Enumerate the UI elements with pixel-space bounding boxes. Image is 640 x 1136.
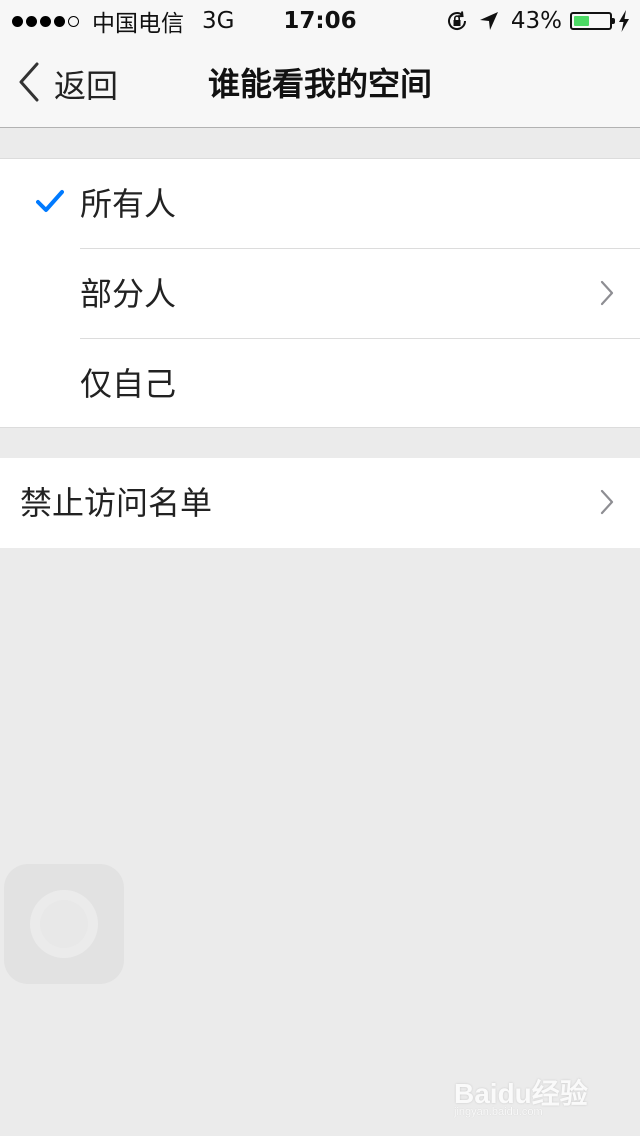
chevron-right-icon	[600, 489, 614, 519]
status-bar: 中国电信 3G 17:06 43%	[0, 0, 640, 40]
assistive-touch-button[interactable]	[4, 864, 124, 984]
option-everyone[interactable]: 所有人	[0, 159, 640, 249]
assistive-touch-center	[40, 900, 88, 948]
visibility-options-group: 所有人 部分人 仅自己	[0, 158, 640, 428]
option-some-people[interactable]: 部分人	[0, 249, 640, 339]
watermark-url: jingyan.baidu.com	[454, 1106, 543, 1118]
chevron-left-icon	[18, 62, 40, 106]
baidu-watermark: Baidu经验 jingyan.baidu.com	[454, 1068, 604, 1118]
option-label: 部分人	[80, 275, 177, 313]
option-only-me[interactable]: 仅自己	[0, 339, 640, 429]
block-list-group: 禁止访问名单	[0, 458, 640, 548]
navigation-bar: 谁能看我的空间 返回	[0, 40, 640, 128]
back-label: 返回	[54, 67, 119, 105]
battery-fill	[574, 16, 589, 26]
battery-percent: 43%	[510, 8, 562, 34]
chevron-right-icon	[600, 280, 614, 310]
block-list-label: 禁止访问名单	[20, 484, 213, 522]
charging-bolt-icon	[618, 10, 630, 32]
block-list-item[interactable]: 禁止访问名单	[0, 458, 640, 548]
status-right: 43%	[445, 6, 630, 36]
back-button[interactable]: 返回	[18, 40, 118, 128]
option-label: 所有人	[80, 185, 177, 223]
checkmark-icon	[36, 189, 64, 217]
rotation-lock-icon	[445, 9, 469, 33]
location-arrow-icon	[479, 11, 499, 31]
battery-icon	[570, 12, 615, 30]
option-label: 仅自己	[80, 365, 177, 403]
